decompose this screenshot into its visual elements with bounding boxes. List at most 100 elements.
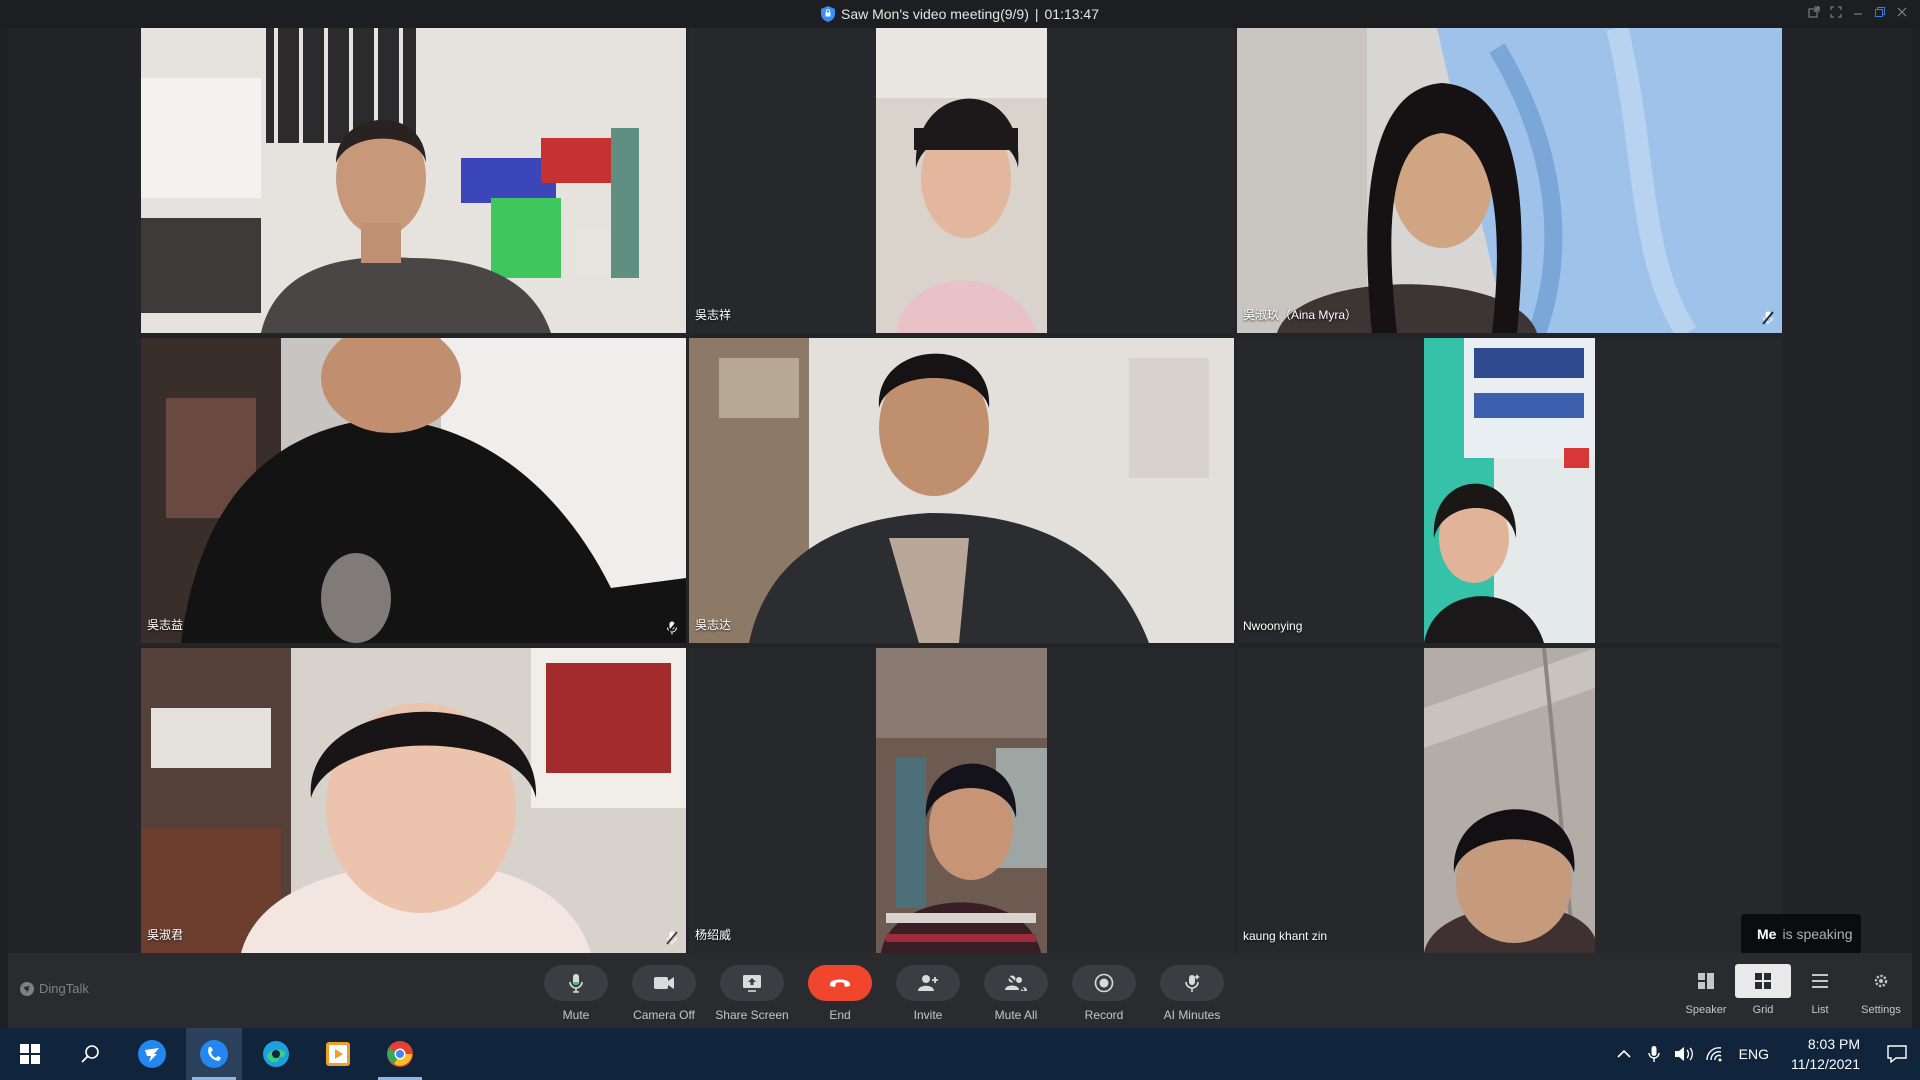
meeting-title-group: Saw Mon's video meeting(9/9) | 01:13:47 [820, 6, 1099, 22]
mute-label: Mute [562, 1008, 590, 1022]
notification-icon [1887, 1045, 1907, 1063]
meeting-toolbar: DingTalk Mute Camera Off Share Screen En… [8, 953, 1912, 1028]
taskbar-clock[interactable]: 8:03 PM 11/12/2021 [1779, 1034, 1874, 1074]
participant-video [141, 338, 686, 643]
muted-mic-icon [1762, 311, 1774, 325]
participant-name: kaung khant zin [1243, 929, 1328, 943]
end-button-circle[interactable] [808, 965, 872, 1001]
camera-off-label: Camera Off [633, 1008, 695, 1022]
invite-label: Invite [913, 1008, 943, 1022]
clock-date: 11/12/2021 [1790, 1056, 1860, 1072]
participant-name: 吳志益 [147, 618, 184, 632]
popout-icon[interactable] [1806, 4, 1822, 20]
video-tile[interactable] [141, 28, 686, 333]
windows-taskbar: ENG 8:03 PM 11/12/2021 [0, 1028, 1920, 1080]
input-language[interactable]: ENG [1729, 1046, 1779, 1062]
record-button[interactable]: Record [1063, 965, 1145, 1022]
action-center-button[interactable] [1874, 1028, 1920, 1080]
media-player-icon [326, 1042, 350, 1066]
search-icon [81, 1045, 99, 1063]
volume-button[interactable] [1669, 1028, 1699, 1080]
record-button-circle[interactable] [1072, 965, 1136, 1001]
share-screen-icon [743, 975, 761, 992]
camera-off-button-circle[interactable] [632, 965, 696, 1001]
settings-toggle[interactable] [1853, 964, 1909, 998]
ai-minutes-icon [1185, 974, 1200, 992]
taskbar-app-blue-bird[interactable] [124, 1028, 180, 1080]
participant-name: Nwoonying [1243, 619, 1303, 633]
participant-video [141, 648, 686, 953]
wifi-button[interactable] [1699, 1028, 1729, 1080]
participant-video [689, 338, 1234, 643]
participant-video [876, 28, 1047, 333]
show-hidden-icons-button[interactable] [1609, 1028, 1639, 1080]
speaker-view-button[interactable]: Speaker [1678, 964, 1734, 1016]
grid-view-toggle[interactable] [1735, 964, 1791, 998]
windows-start-button[interactable] [2, 1028, 58, 1080]
video-camera-icon [654, 977, 674, 989]
fullscreen-icon[interactable] [1828, 4, 1844, 20]
ai-minutes-button-circle[interactable] [1160, 965, 1224, 1001]
end-label: End [829, 1008, 851, 1022]
speaker-name: Me [1757, 926, 1777, 942]
list-view-label: List [1811, 1004, 1829, 1016]
mute-all-button[interactable]: Mute All [975, 965, 1057, 1022]
add-person-icon [918, 975, 938, 991]
video-tile[interactable]: Nwoonying [1237, 338, 1782, 643]
brand-label: DingTalk [39, 981, 89, 996]
share-screen-button[interactable]: Share Screen [711, 965, 793, 1022]
participant-video [141, 28, 686, 333]
video-tile[interactable]: 吳志益 [141, 338, 686, 643]
participant-name: 吳淑玖（Aina Myra） [1243, 308, 1358, 322]
speaking-indicator: Me is speaking [1741, 914, 1861, 954]
dingtalk-logo-icon [20, 981, 34, 996]
speaker-layout-icon [1698, 973, 1714, 989]
close-icon[interactable] [1894, 4, 1910, 20]
participant-name: 吳淑君 [147, 928, 184, 942]
restore-icon[interactable] [1872, 4, 1888, 20]
video-tile[interactable]: 吳志祥 [689, 28, 1234, 333]
participant-video [1424, 338, 1595, 643]
list-view-toggle[interactable] [1792, 964, 1848, 998]
invite-button-circle[interactable] [896, 965, 960, 1001]
hang-up-icon [830, 979, 850, 987]
taskbar-media-player[interactable] [310, 1028, 366, 1080]
taskbar-edge[interactable] [248, 1028, 304, 1080]
speaking-status-text: is speaking [1782, 926, 1853, 942]
ai-minutes-button[interactable]: AI Minutes [1151, 965, 1233, 1022]
dingtalk-icon [200, 1040, 228, 1068]
mute-all-button-circle[interactable] [984, 965, 1048, 1001]
share-screen-label: Share Screen [715, 1008, 789, 1022]
microphone-icon [1647, 1046, 1660, 1062]
dingtalk-brand: DingTalk [20, 981, 89, 996]
gear-icon [1874, 974, 1888, 988]
video-tile[interactable]: 吳淑君 [141, 648, 686, 953]
chrome-icon [387, 1041, 413, 1067]
mute-button[interactable]: Mute [535, 965, 617, 1022]
list-view-button[interactable]: List [1792, 964, 1848, 1016]
window-controls [1806, 4, 1910, 20]
video-tile[interactable]: 吳淑玖（Aina Myra） [1237, 28, 1782, 333]
participant-video [876, 648, 1047, 953]
mute-all-icon [1005, 975, 1027, 991]
camera-off-button[interactable]: Camera Off [623, 965, 705, 1022]
grid-view-button[interactable]: Grid [1735, 964, 1791, 1016]
speaker-volume-icon [1674, 1047, 1693, 1061]
taskbar-chrome[interactable] [372, 1028, 428, 1080]
video-tile[interactable]: 吳志达 [689, 338, 1234, 643]
invite-button[interactable]: Invite [887, 965, 969, 1022]
taskbar-search-button[interactable] [62, 1028, 118, 1080]
video-tile[interactable]: kaung khant zin [1237, 648, 1782, 953]
meeting-title: Saw Mon's video meeting(9/9) [840, 6, 1029, 22]
minimize-icon[interactable] [1850, 4, 1866, 20]
microphone-tray-button[interactable] [1639, 1028, 1669, 1080]
end-button[interactable]: End [799, 965, 881, 1022]
taskbar-dingtalk[interactable] [186, 1028, 242, 1080]
speaker-view-toggle[interactable] [1678, 964, 1734, 998]
share-screen-button-circle[interactable] [720, 965, 784, 1001]
app-blue-bird-icon [138, 1040, 166, 1068]
settings-button[interactable]: Settings [1853, 964, 1909, 1016]
video-grid: 吳志祥 吳淑玖（Aina Myra） 吳志益 吳志达 Nwoonying 吳淑君… [8, 28, 1912, 954]
video-tile[interactable]: 杨绍威 [689, 648, 1234, 953]
mute-button-circle[interactable] [544, 965, 608, 1001]
